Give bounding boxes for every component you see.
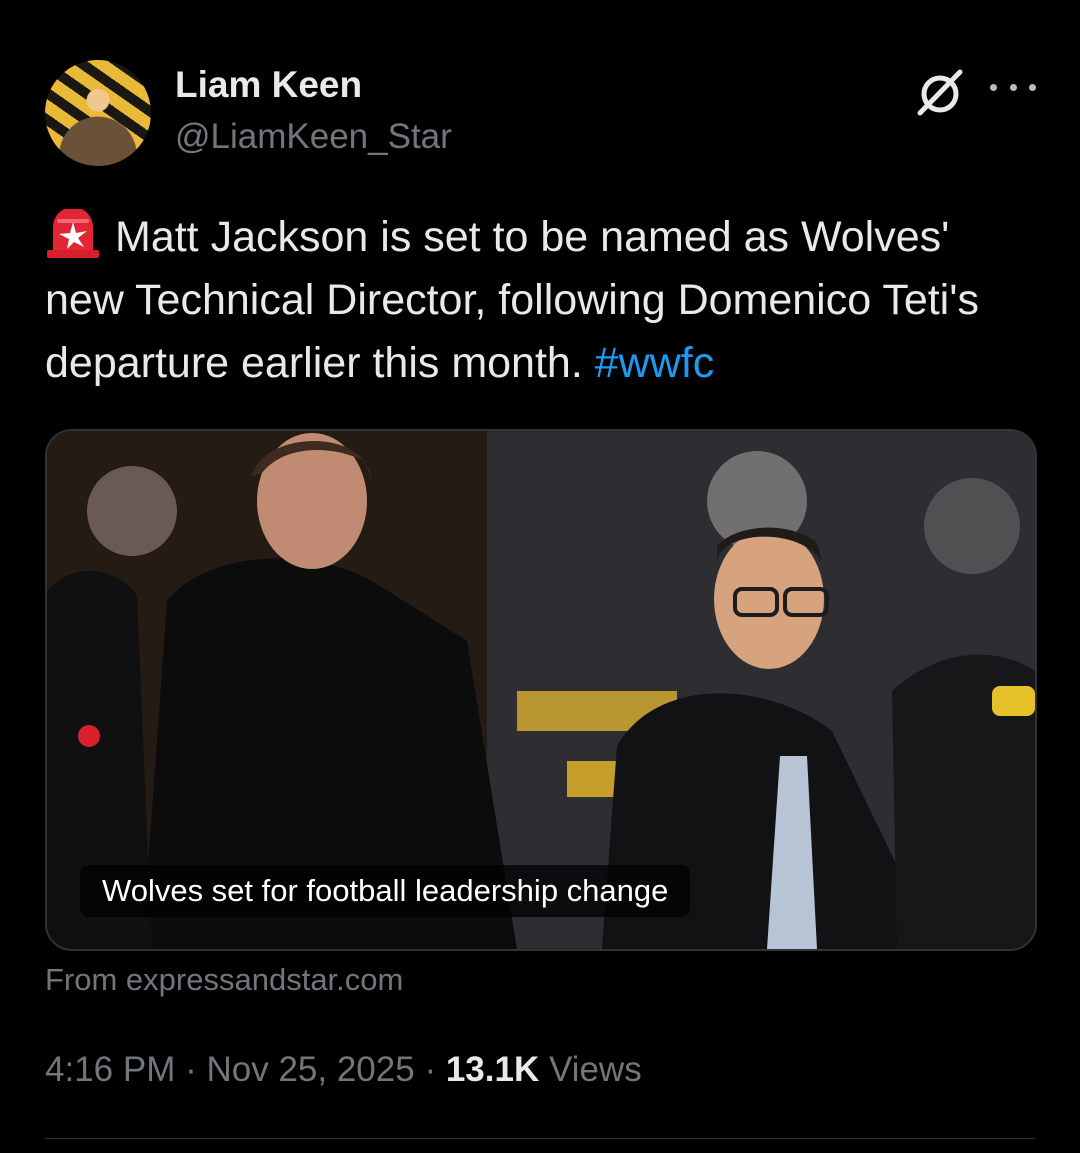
grok-icon[interactable]: [912, 68, 968, 118]
views-label: Views: [548, 1050, 642, 1089]
divider: [45, 1138, 1035, 1139]
separator: ·: [424, 1050, 437, 1089]
tweet-time[interactable]: 4:16 PM: [45, 1050, 175, 1089]
card-source[interactable]: From expressandstar.com: [45, 962, 403, 998]
hashtag-link[interactable]: #wwfc: [595, 339, 714, 387]
tweet-body: Matt Jackson is set to be named as Wolve…: [45, 213, 979, 387]
tweet-text: Matt Jackson is set to be named as Wolve…: [45, 206, 1025, 395]
card-caption: Wolves set for football leadership chang…: [80, 865, 691, 917]
author-avatar[interactable]: [45, 60, 151, 166]
author-handle[interactable]: @LiamKeen_Star: [175, 117, 452, 157]
dot-icon: [1009, 83, 1017, 91]
police-siren-emoji-icon: [47, 209, 99, 258]
tweet-metadata: 4:16 PM · Nov 25, 2025 · 13.1K Views: [45, 1050, 642, 1090]
author-name[interactable]: Liam Keen: [175, 64, 362, 106]
views-count: 13.1K: [445, 1050, 540, 1089]
separator: ·: [185, 1050, 197, 1089]
more-options-icon[interactable]: [990, 70, 1036, 104]
dot-icon: [990, 83, 997, 91]
tweet-date[interactable]: Nov 25, 2025: [206, 1050, 414, 1089]
link-card[interactable]: Wolves set for football leadership chang…: [45, 429, 1037, 951]
dot-icon: [1029, 83, 1036, 91]
